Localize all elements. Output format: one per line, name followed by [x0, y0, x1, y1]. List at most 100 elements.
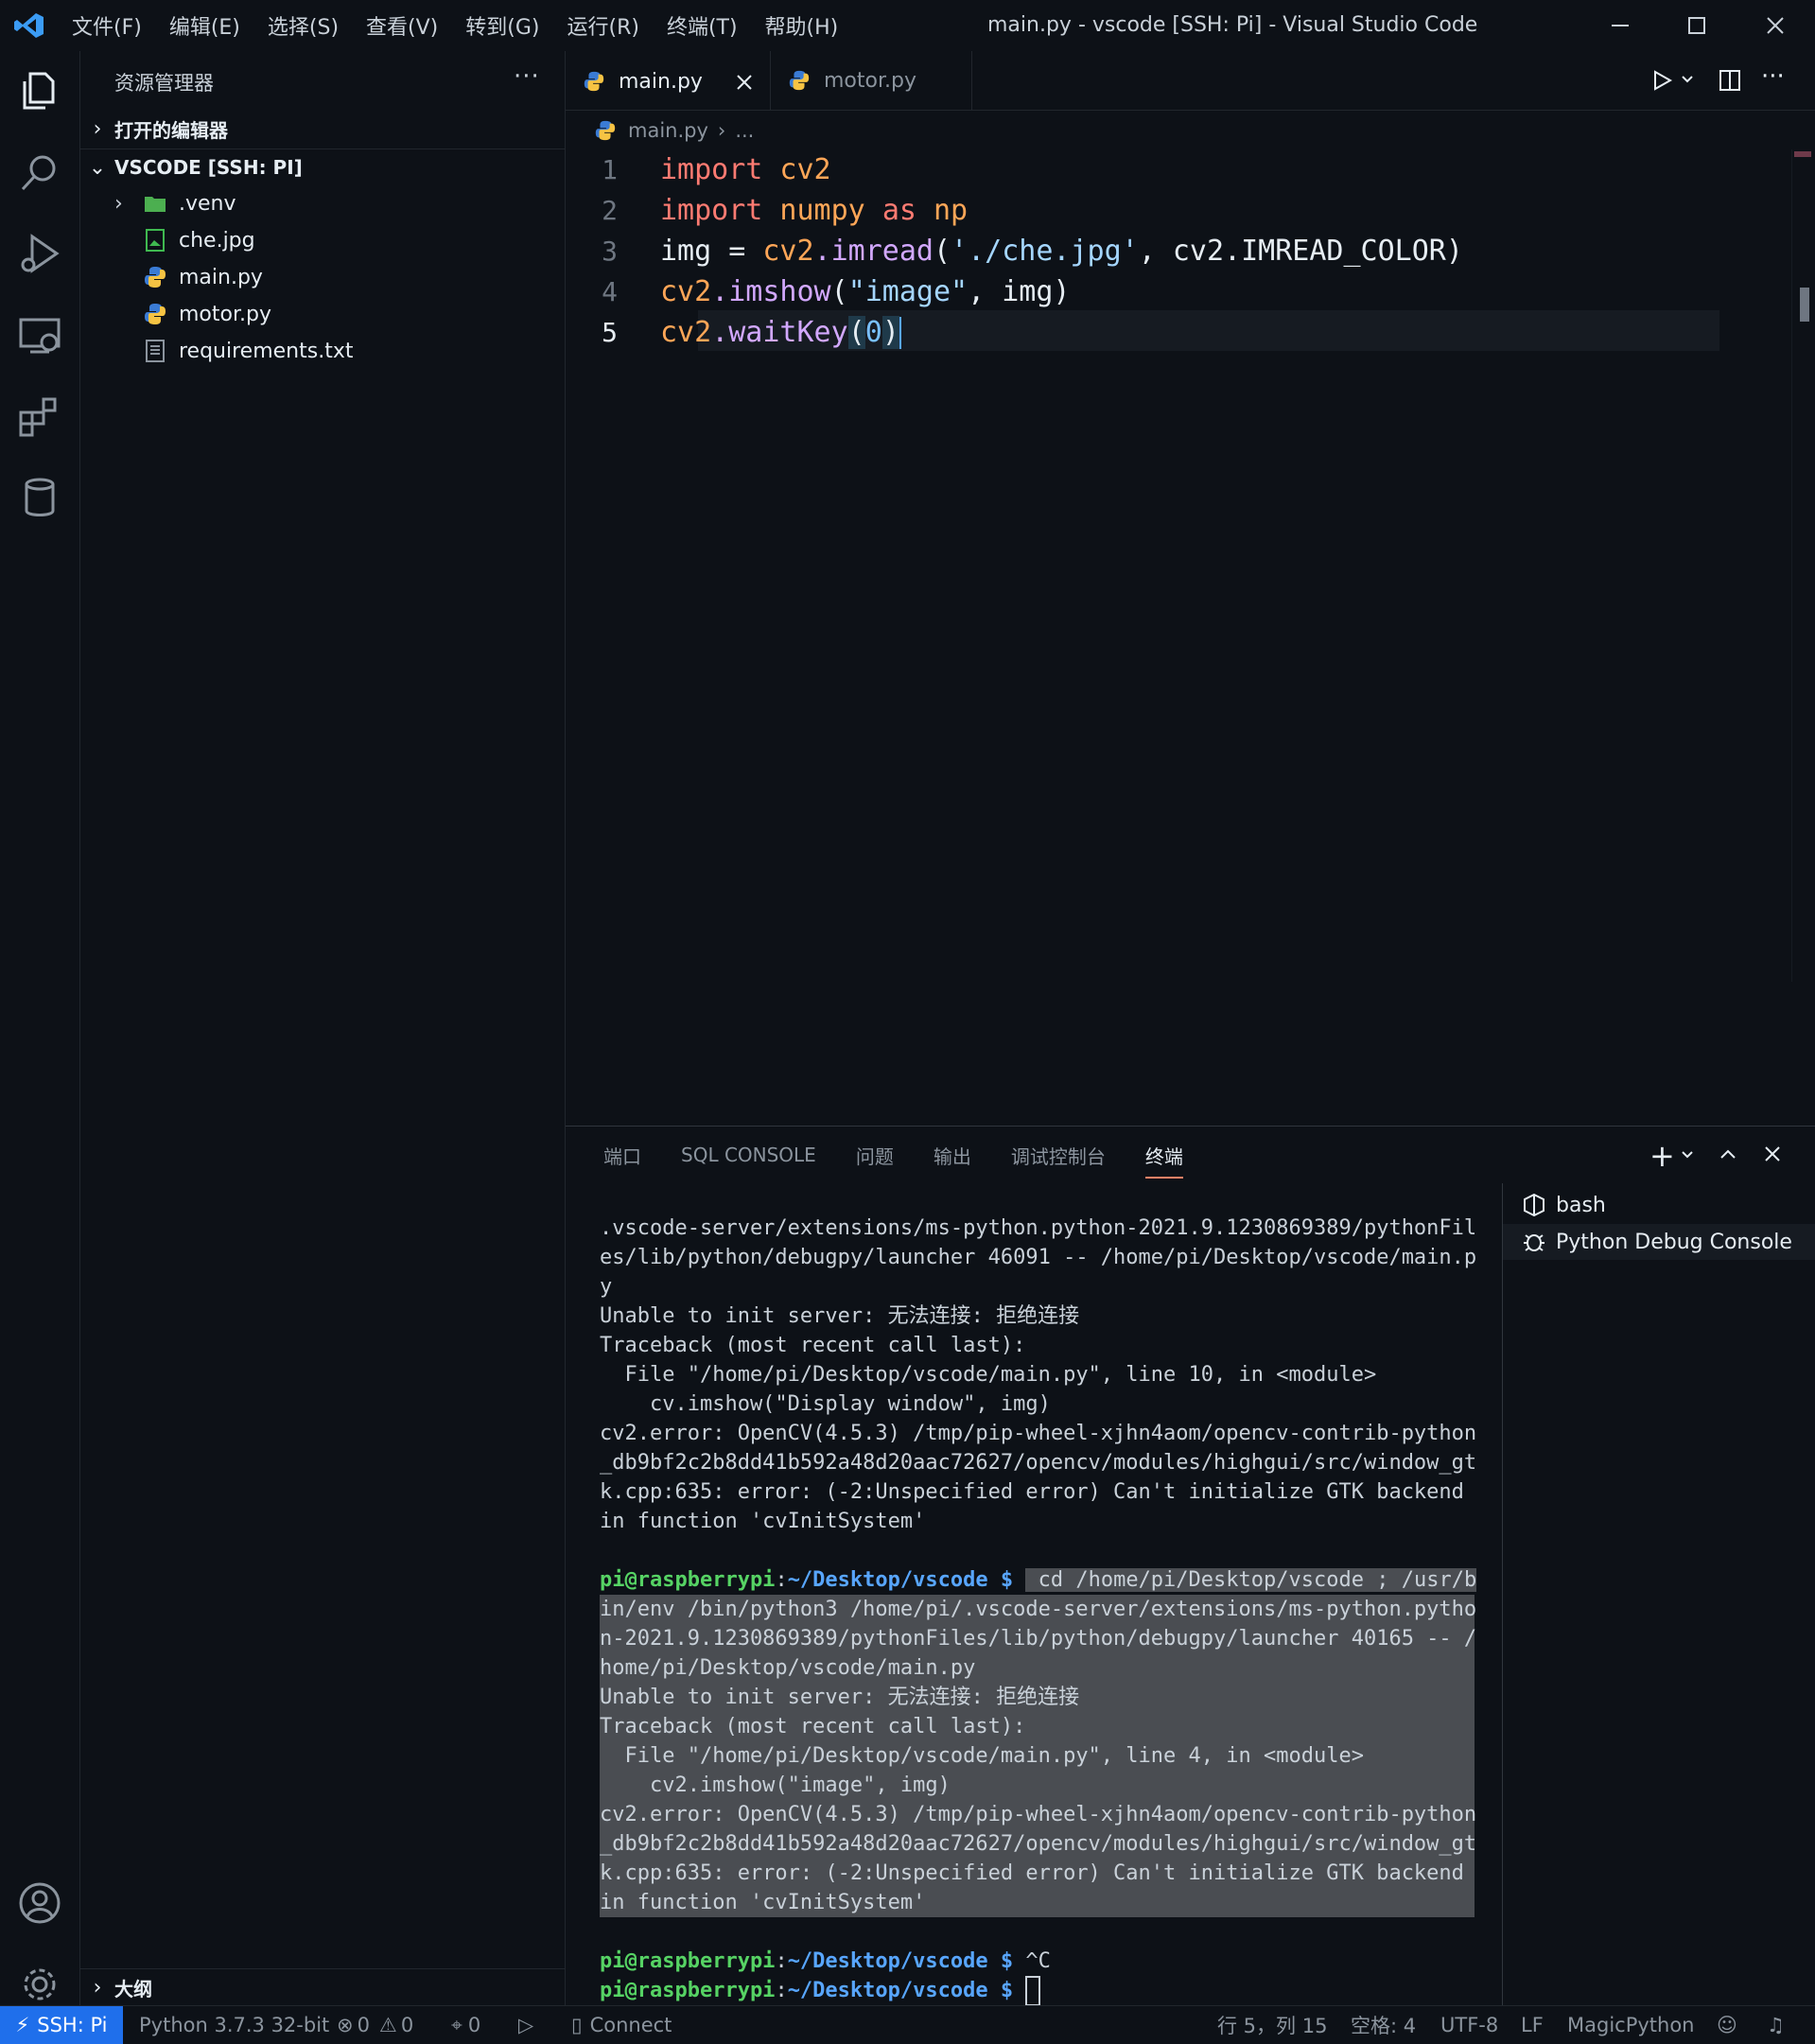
workspace-section[interactable]: ⌄ VSCODE [SSH: PI] [80, 148, 565, 185]
warning-count: 0 [400, 2014, 414, 2036]
language-mode[interactable]: MagicPython [1567, 2006, 1695, 2044]
menu-help[interactable]: 帮助(H) [765, 10, 839, 41]
debug-launch-icon[interactable]: ▷ [518, 2006, 533, 2044]
code-tail: , img) [968, 275, 1071, 308]
warning-icon: ⚠ [378, 2014, 397, 2036]
maximize-panel-icon[interactable] [1718, 1144, 1738, 1164]
python-file-icon [145, 304, 166, 324]
tree-item-che-jpg[interactable]: che.jpg [80, 222, 627, 258]
menu-run[interactable]: 运行(R) [567, 10, 638, 41]
account-icon[interactable] [17, 1880, 62, 1926]
menu-go[interactable]: 转到(G) [465, 10, 539, 41]
breadcrumb-symbols[interactable]: ... [735, 119, 754, 142]
tab-output[interactable]: 输出 [934, 1142, 971, 1169]
tab-main-py[interactable]: main.py [566, 51, 770, 110]
feedback-icon[interactable]: ☺ [1717, 2006, 1737, 2044]
number-literal: 0 [864, 315, 882, 349]
menu-terminal[interactable]: 终端(T) [667, 10, 738, 41]
more-actions-icon[interactable]: ··· [514, 62, 540, 91]
terminal-item-python-debug[interactable]: Python Debug Console [1503, 1224, 1815, 1260]
code-line: 2 import numpy as np [566, 190, 1738, 231]
python-file-icon [145, 267, 166, 288]
explorer-sidebar: 资源管理器 ··· › 打开的编辑器 ⌄ VSCODE [SSH: PI] › … [80, 51, 566, 2005]
chevron-down-icon[interactable] [1680, 1147, 1695, 1162]
menu-edit[interactable]: 编辑(E) [169, 10, 240, 41]
scrollbar-thumb[interactable] [1800, 288, 1809, 322]
menu-view[interactable]: 查看(V) [366, 10, 438, 41]
terminal-item-label: bash [1556, 1193, 1606, 1217]
database-icon: ▯ [571, 2014, 583, 2036]
selected-text: in/env /bin/python3 /home/pi/.vscode-ser… [600, 1595, 1476, 1917]
tab-motor-py[interactable]: motor.py [770, 51, 972, 110]
code-line: 3 img = cv2.imread('./che.jpg', cv2.IMRE… [566, 231, 1738, 271]
split-editor-icon[interactable] [1718, 68, 1742, 93]
error-icon: ⊗ [337, 2014, 354, 2036]
outline-section[interactable]: › 大纲 [80, 1968, 565, 2005]
bottom-panel: 端口 SQL CONSOLE 问题 输出 调试控制台 终端 + .vscode-… [566, 1126, 1815, 2006]
explorer-icon[interactable] [17, 68, 62, 114]
database-icon[interactable] [17, 475, 62, 520]
cursor-position[interactable]: 行 5，列 15 [1217, 2006, 1327, 2044]
terminal-command: ^C [1013, 1949, 1051, 1973]
prompt-user: pi@raspberrypi [600, 1568, 776, 1592]
tree-item-requirements-txt[interactable]: requirements.txt [80, 333, 627, 369]
tab-ports[interactable]: 端口 [603, 1142, 641, 1169]
breadcrumb-file[interactable]: main.py [628, 119, 708, 142]
panel-tabs: 端口 SQL CONSOLE 问题 输出 调试控制台 终端 [603, 1127, 1183, 1183]
tree-item-label: main.py [179, 265, 263, 289]
run-debug-icon[interactable] [17, 231, 62, 276]
code-line: 4 cv2.imshow("image", img) [566, 271, 1738, 312]
tab-problems[interactable]: 问题 [856, 1142, 894, 1169]
prompt-colon: : [775, 1949, 788, 1973]
tree-item-label: che.jpg [179, 228, 255, 253]
bell-icon[interactable]: ♫ [1767, 2006, 1785, 2044]
error-count: 0 [357, 2014, 370, 2036]
terminal-icon [1524, 1193, 1544, 1217]
chevron-down-icon[interactable] [1680, 72, 1695, 87]
open-editors-section[interactable]: › 打开的编辑器 [80, 111, 565, 147]
connect-button[interactable]: ▯ Connect [571, 2006, 672, 2044]
breadcrumb: main.py › ... [594, 114, 754, 148]
menu-selection[interactable]: 选择(S) [268, 10, 339, 41]
tab-sql-console[interactable]: SQL CONSOLE [681, 1144, 816, 1166]
tree-item-venv[interactable]: › .venv [80, 185, 599, 221]
extensions-icon[interactable] [17, 393, 62, 439]
string-literal: './che.jpg' [951, 235, 1139, 268]
chevron-down-icon: ⌄ [88, 155, 107, 180]
outline-label: 大纲 [114, 1977, 152, 2000]
maximize-icon[interactable] [1683, 11, 1711, 40]
variable: img = [660, 235, 763, 268]
indentation[interactable]: 空格: 4 [1351, 2006, 1416, 2044]
close-window-icon[interactable] [1761, 11, 1789, 40]
prompt-user: pi@raspberrypi [600, 1979, 776, 2002]
tree-item-motor-py[interactable]: motor.py [80, 296, 627, 332]
run-file-icon[interactable] [1649, 68, 1674, 93]
string-literal: "image" [847, 275, 969, 308]
menu-file[interactable]: 文件(F) [72, 10, 142, 41]
remote-indicator[interactable]: ⚡ SSH: Pi [0, 2006, 123, 2044]
close-panel-icon[interactable] [1762, 1144, 1783, 1164]
tab-terminal[interactable]: 终端 [1144, 1142, 1183, 1179]
keyword: as [881, 194, 916, 227]
ports-indicator[interactable]: ⌖ 0 [451, 2006, 480, 2044]
terminal-cursor [1025, 1976, 1041, 2006]
remote-explorer-icon[interactable] [17, 312, 62, 358]
gear-icon[interactable] [17, 1962, 62, 2007]
python-interpreter[interactable]: Python 3.7.3 32-bit [139, 2006, 329, 2044]
tab-label: motor.py [824, 68, 916, 93]
minimize-icon[interactable] [1606, 11, 1634, 40]
terminal-output[interactable]: .vscode-server/extensions/ms-python.pyth… [600, 1214, 1477, 2006]
line-number: 2 [602, 195, 618, 226]
tree-item-main-py[interactable]: main.py [80, 259, 627, 295]
new-terminal-icon[interactable]: + [1649, 1138, 1675, 1174]
end-of-line[interactable]: LF [1521, 2006, 1544, 2044]
tab-debug-console[interactable]: 调试控制台 [1011, 1142, 1106, 1169]
code-editor[interactable]: 1 import cv2 2 import numpy as np 3 img … [566, 149, 1815, 1124]
problems-indicator[interactable]: ⊗ 0 ⚠ 0 [337, 2006, 413, 2044]
search-icon[interactable] [17, 149, 62, 195]
close-tab-icon[interactable] [734, 72, 755, 93]
editor-more-icon[interactable]: ··· [1761, 62, 1785, 91]
minimap[interactable] [1791, 149, 1815, 982]
terminal-item-bash[interactable]: bash [1503, 1187, 1815, 1223]
encoding[interactable]: UTF-8 [1440, 2006, 1498, 2044]
